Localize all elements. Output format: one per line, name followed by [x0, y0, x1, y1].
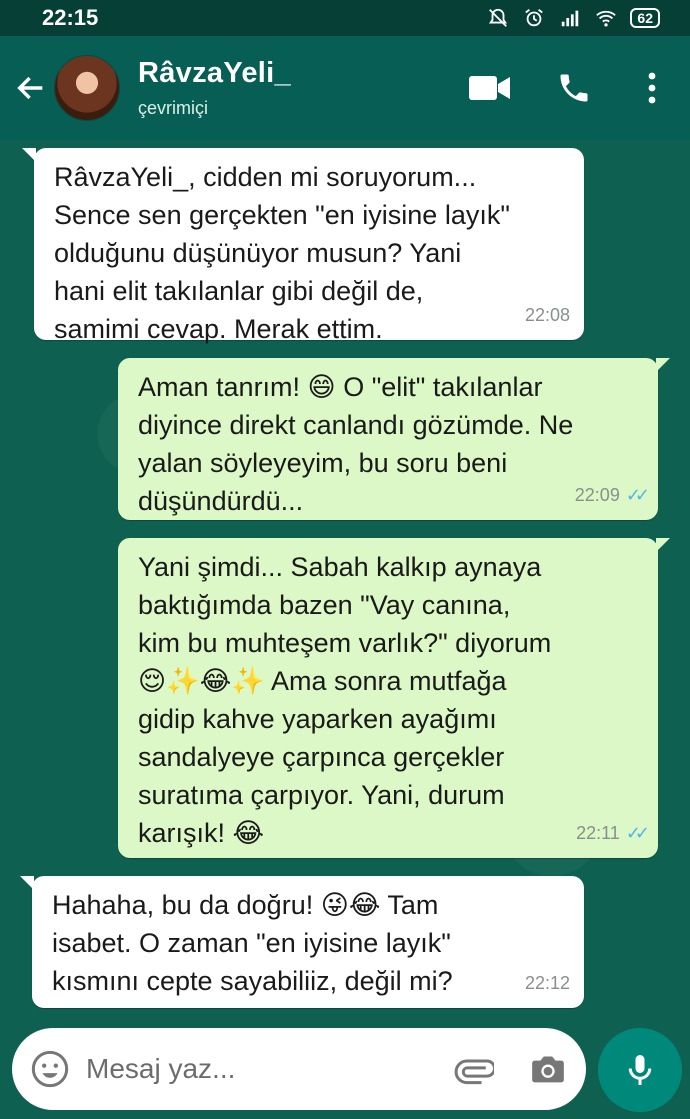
wifi-icon — [596, 10, 617, 27]
message-time: 22:08 — [524, 305, 570, 325]
message-meta: 22:08 — [525, 296, 570, 334]
more-options-button[interactable] — [632, 58, 672, 118]
message-text: Aman tanrım! 😄 O "elit" takılanlar diyin… — [138, 372, 574, 516]
phone-icon — [560, 74, 588, 102]
voice-record-button[interactable] — [598, 1028, 682, 1112]
message-time: 22:09 — [574, 485, 620, 505]
message-input[interactable]: Mesaj yaz... — [86, 1053, 454, 1085]
message-bubble-outgoing[interactable]: Yani şimdi... Sabah kalkıp aynaya baktığ… — [118, 538, 670, 858]
camera-icon[interactable] — [528, 1049, 568, 1089]
chat-header: RâvzaYeli_ çevrimiçi — [0, 36, 690, 140]
more-vertical-icon — [648, 72, 656, 104]
status-bar: 22:15 62 — [0, 0, 690, 36]
message-bubble-incoming[interactable]: Hahaha, bu da doğru! 😜😂 Tam isabet. O za… — [20, 876, 584, 1008]
chat-area[interactable]: RâvzaYeli_, cidden mi soruyorum... Sence… — [0, 140, 690, 1119]
contact-name: RâvzaYeli_ — [138, 57, 291, 89]
back-arrow-icon[interactable] — [14, 71, 48, 105]
status-icons: 62 — [486, 7, 660, 29]
read-ticks-icon: ✓✓ — [625, 823, 650, 843]
message-meta: 22:09 ✓✓ — [574, 476, 650, 514]
mute-icon — [489, 8, 508, 27]
message-bubble-outgoing[interactable]: Aman tanrım! 😄 O "elit" takılanlar diyin… — [118, 358, 670, 520]
header-actions — [460, 58, 690, 118]
message-time: 22:11 — [576, 823, 620, 843]
message-meta: 22:12 — [525, 964, 570, 1002]
attachment-icon[interactable] — [454, 1049, 494, 1089]
battery-icon: 62 — [630, 8, 660, 28]
message-text: RâvzaYeli_, cidden mi soruyorum... Sence… — [54, 162, 510, 344]
read-ticks-icon: ✓✓ — [625, 485, 650, 505]
avatar[interactable] — [54, 55, 120, 121]
signal-icon — [562, 10, 579, 27]
mic-icon — [628, 1055, 652, 1085]
message-bubble-incoming[interactable]: RâvzaYeli_, cidden mi soruyorum... Sence… — [22, 148, 584, 344]
contact-info[interactable]: RâvzaYeli_ çevrimiçi — [138, 57, 291, 119]
video-call-icon — [469, 76, 510, 100]
voice-call-button[interactable] — [544, 58, 604, 118]
message-meta: 22:11 ✓✓ — [576, 814, 650, 852]
alarm-icon — [525, 9, 544, 27]
message-composer[interactable]: Mesaj yaz... — [12, 1028, 586, 1110]
emoji-icon[interactable] — [30, 1049, 70, 1089]
status-time: 22:15 — [42, 5, 99, 30]
message-time: 22:12 — [524, 973, 570, 993]
contact-status: çevrimiçi — [138, 98, 208, 118]
video-call-button[interactable] — [460, 58, 520, 118]
message-text: Yani şimdi... Sabah kalkıp aynaya baktığ… — [138, 552, 552, 848]
message-text: Hahaha, bu da doğru! 😜😂 Tam isabet. O za… — [52, 890, 453, 996]
